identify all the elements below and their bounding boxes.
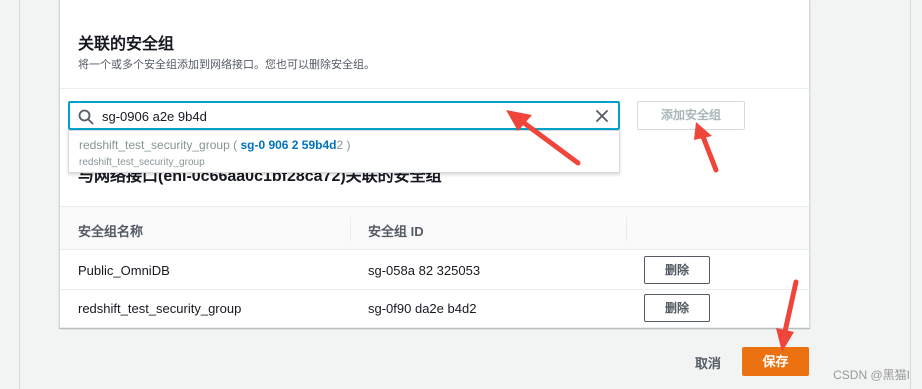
security-group-name: redshift_test_security_group bbox=[78, 301, 242, 316]
search-input-value[interactable]: sg-0906 a2e 9b4d bbox=[102, 109, 207, 124]
watermark: CSDN @黑猫I bbox=[833, 368, 910, 382]
delete-button[interactable]: 删除 bbox=[644, 256, 710, 284]
column-divider bbox=[626, 217, 627, 241]
suggestion-option[interactable]: redshift_test_security_group ( sg-0 906 … bbox=[79, 138, 351, 152]
annotation-arrow-icon bbox=[694, 122, 719, 173]
delete-button[interactable]: 删除 bbox=[644, 294, 710, 322]
divider bbox=[60, 88, 809, 89]
annotation-arrow-icon bbox=[506, 110, 581, 166]
panel-description: 将一个或多个安全组添加到网络接口。您也可以删除安全组。 bbox=[78, 59, 375, 71]
search-icon bbox=[78, 109, 94, 125]
column-divider bbox=[350, 217, 351, 241]
suggestion-subtext: redshift_test_security_group bbox=[79, 157, 205, 168]
security-group-id: sg-0f90 da2e b4d2 bbox=[368, 301, 477, 316]
security-group-name: Public_OmniDB bbox=[78, 263, 170, 278]
table-header: 安全组名称 安全组 ID bbox=[60, 206, 809, 250]
left-gutter bbox=[0, 0, 20, 389]
annotation-arrow-icon bbox=[776, 279, 799, 352]
security-group-id: sg-058a 82 325053 bbox=[368, 263, 481, 278]
table-row: redshift_test_security_group sg-0f90 da2… bbox=[60, 290, 809, 328]
right-gutter bbox=[910, 0, 922, 389]
column-header-name: 安全组名称 bbox=[78, 224, 144, 239]
panel-title: 关联的安全组 bbox=[78, 36, 175, 53]
close-icon[interactable] bbox=[594, 108, 610, 124]
suggestion-id-match: sg-0 906 2 59b4d bbox=[240, 138, 337, 152]
table-row: Public_OmniDB sg-058a 82 325053 删除 bbox=[60, 252, 809, 290]
suggestion-id-tail: 2 bbox=[336, 138, 344, 152]
suggestion-name: redshift_test_security_group bbox=[79, 138, 230, 152]
column-header-id: 安全组 ID bbox=[368, 224, 424, 239]
cancel-button[interactable]: 取消 bbox=[695, 353, 721, 372]
